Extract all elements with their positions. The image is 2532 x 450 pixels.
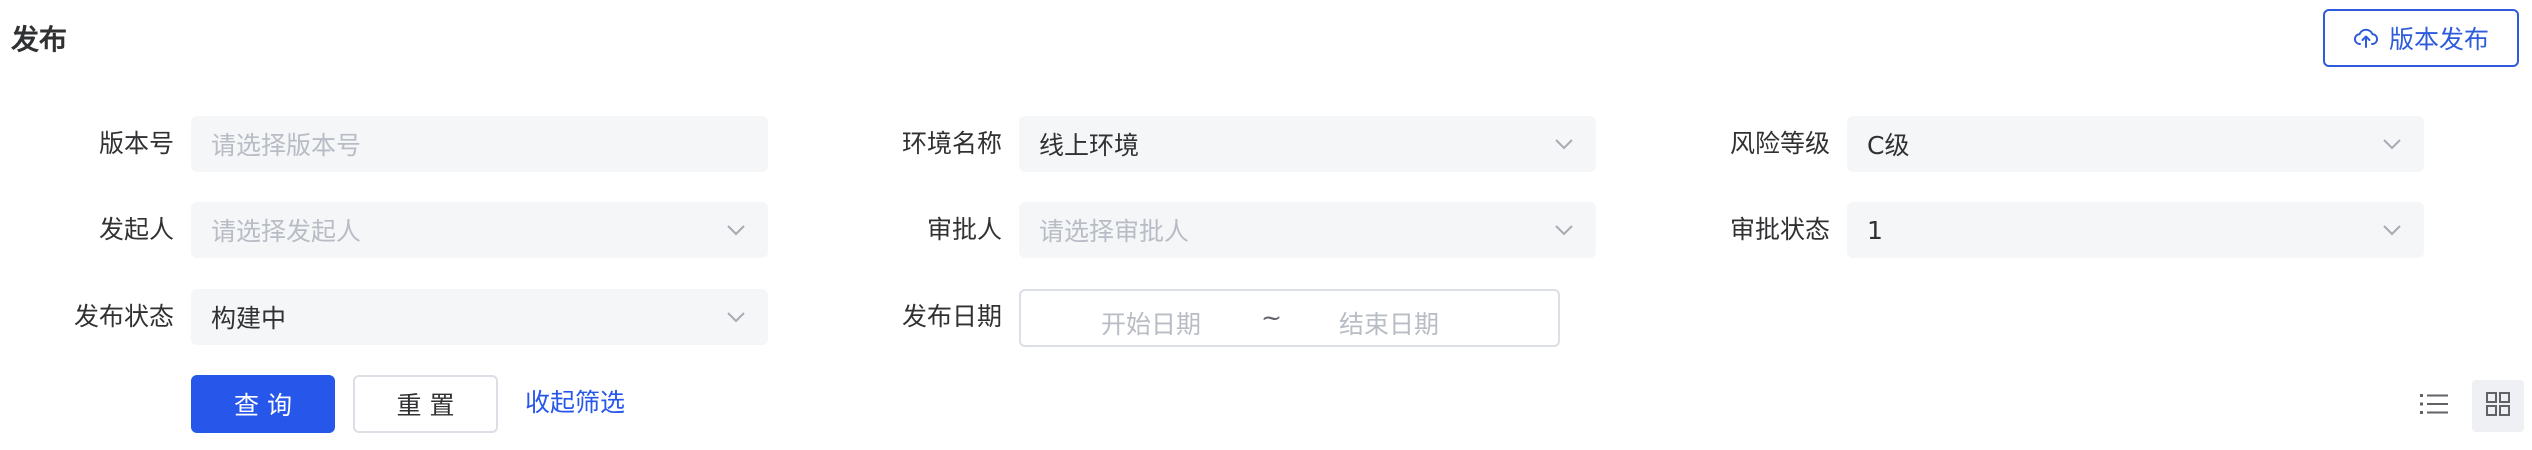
approver-placeholder: 请选择审批人 [1039,217,1190,246]
list-view-toggle[interactable] [2410,382,2458,430]
risk-level-select[interactable]: C级 [1847,116,2424,172]
version-select[interactable]: 请选择版本号 [191,116,768,172]
chevron-down-icon [2383,139,2401,150]
grid-view-toggle[interactable] [2472,380,2524,432]
approver-label: 审批人 [926,215,1002,244]
page-title: 发布 [11,23,68,56]
environment-select[interactable]: 线上环境 [1019,116,1596,172]
approval-status-value: 1 [1867,215,1883,245]
initiator-placeholder: 请选择发起人 [211,217,362,246]
list-view-icon [2419,391,2449,421]
publish-status-select[interactable]: 构建中 [191,289,768,345]
environment-value: 线上环境 [1039,131,1140,160]
approval-status-label: 审批状态 [1729,215,1830,244]
publish-page: 发布 版本发布 版本号 请选择版本号 环境名称 线上环境 风险等级 C级 发起人… [0,0,2532,450]
publish-date-label: 发布日期 [901,302,1002,331]
collapse-filters-link[interactable]: 收起筛选 [525,385,625,421]
approver-select[interactable]: 请选择审批人 [1019,202,1596,258]
grid-view-icon [2485,391,2511,421]
chevron-down-icon [2383,225,2401,236]
version-publish-button[interactable]: 版本发布 [2323,9,2519,67]
chevron-down-icon [1555,225,1573,236]
initiator-select[interactable]: 请选择发起人 [191,202,768,258]
risk-level-label: 风险等级 [1729,129,1830,158]
cloud-upload-icon [2353,27,2379,49]
risk-level-value: C级 [1867,131,1910,160]
chevron-down-icon [727,225,745,236]
version-placeholder: 请选择版本号 [211,131,362,160]
query-button[interactable]: 查询 [191,375,335,433]
version-publish-label: 版本发布 [2388,25,2489,54]
start-date-input[interactable]: 开始日期 [1101,305,1201,341]
reset-button[interactable]: 重置 [353,375,498,433]
chevron-down-icon [727,312,745,323]
initiator-label: 发起人 [98,215,174,244]
date-range-separator: ~ [1261,303,1282,332]
environment-label: 环境名称 [901,129,1002,158]
publish-date-range[interactable]: 开始日期 ~ 结束日期 [1019,289,1560,347]
chevron-down-icon [1555,139,1573,150]
approval-status-select[interactable]: 1 [1847,202,2424,258]
version-label: 版本号 [98,129,174,158]
publish-status-value: 构建中 [211,304,287,333]
publish-status-label: 发布状态 [73,302,174,331]
end-date-input[interactable]: 结束日期 [1339,305,1439,341]
